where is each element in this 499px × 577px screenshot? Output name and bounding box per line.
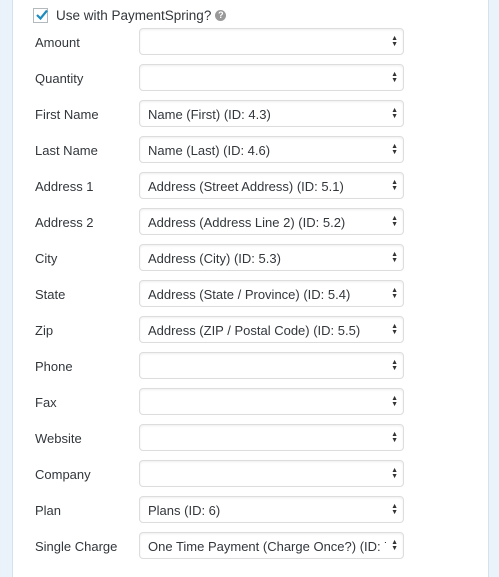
select-arrows-icon: ▲ ▼ bbox=[391, 359, 398, 372]
amount-select[interactable]: ▲ ▼ bbox=[139, 28, 404, 55]
field-row-plan: Plan Plans (ID: 6) ▲ ▼ bbox=[35, 496, 485, 531]
first-name-label: First Name bbox=[35, 107, 99, 122]
address-2-selected-value: Address (Address Line 2) (ID: 5.2) bbox=[148, 215, 346, 230]
select-arrows-icon: ▲ ▼ bbox=[391, 71, 398, 84]
field-row-zip: Zip Address (ZIP / Postal Code) (ID: 5.5… bbox=[35, 316, 485, 351]
field-row-phone: Phone ▲ ▼ bbox=[35, 352, 485, 387]
select-arrows-icon: ▲ ▼ bbox=[391, 251, 398, 264]
select-arrows-icon: ▲ ▼ bbox=[391, 323, 398, 336]
select-arrows-icon: ▲ ▼ bbox=[391, 467, 398, 480]
address-1-select[interactable]: Address (Street Address) (ID: 5.1) ▲ ▼ bbox=[139, 172, 404, 199]
website-label: Website bbox=[35, 431, 82, 446]
settings-panel: Use with PaymentSpring? ? Amount ▲ ▼ Quan… bbox=[12, 0, 489, 577]
field-row-amount: Amount ▲ ▼ bbox=[35, 28, 485, 63]
last-name-select[interactable]: Name (Last) (ID: 4.6) ▲ ▼ bbox=[139, 136, 404, 163]
field-row-quantity: Quantity ▲ ▼ bbox=[35, 64, 485, 99]
use-with-paymentspring-row: Use with PaymentSpring? ? bbox=[33, 8, 227, 23]
last-name-selected-value: Name (Last) (ID: 4.6) bbox=[148, 143, 271, 158]
company-label: Company bbox=[35, 467, 91, 482]
select-arrows-icon: ▲ ▼ bbox=[391, 431, 398, 444]
first-name-selected-value: Name (First) (ID: 4.3) bbox=[148, 107, 271, 122]
select-arrows-icon: ▲ ▼ bbox=[391, 143, 398, 156]
last-name-label: Last Name bbox=[35, 143, 98, 158]
field-row-fax: Fax ▲ ▼ bbox=[35, 388, 485, 423]
zip-selected-value: Address (ZIP / Postal Code) (ID: 5.5) bbox=[148, 323, 361, 338]
field-row-state: State Address (State / Province) (ID: 5.… bbox=[35, 280, 485, 315]
single-charge-selected-value: One Time Payment (Charge Once?) (ID: 7) bbox=[148, 539, 386, 554]
field-row-single-charge: Single Charge One Time Payment (Charge O… bbox=[35, 532, 485, 567]
plan-select[interactable]: Plans (ID: 6) ▲ ▼ bbox=[139, 496, 404, 523]
address-1-label: Address 1 bbox=[35, 179, 94, 194]
select-arrows-icon: ▲ ▼ bbox=[391, 539, 398, 552]
zip-select[interactable]: Address (ZIP / Postal Code) (ID: 5.5) ▲ ▼ bbox=[139, 316, 404, 343]
address-1-selected-value: Address (Street Address) (ID: 5.1) bbox=[148, 179, 344, 194]
state-select[interactable]: Address (State / Province) (ID: 5.4) ▲ ▼ bbox=[139, 280, 404, 307]
plan-label: Plan bbox=[35, 503, 62, 518]
phone-select[interactable]: ▲ ▼ bbox=[139, 352, 404, 379]
state-selected-value: Address (State / Province) (ID: 5.4) bbox=[148, 287, 351, 302]
select-arrows-icon: ▲ ▼ bbox=[391, 35, 398, 48]
fax-select[interactable]: ▲ ▼ bbox=[139, 388, 404, 415]
amount-label: Amount bbox=[35, 35, 80, 50]
quantity-label: Quantity bbox=[35, 71, 84, 86]
phone-label: Phone bbox=[35, 359, 73, 374]
select-arrows-icon: ▲ ▼ bbox=[391, 395, 398, 408]
select-arrows-icon: ▲ ▼ bbox=[391, 503, 398, 516]
company-select[interactable]: ▲ ▼ bbox=[139, 460, 404, 487]
select-arrows-icon: ▲ ▼ bbox=[391, 107, 398, 120]
select-arrows-icon: ▲ ▼ bbox=[391, 215, 398, 228]
field-row-website: Website ▲ ▼ bbox=[35, 424, 485, 459]
field-row-address-2: Address 2 Address (Address Line 2) (ID: … bbox=[35, 208, 485, 243]
address-2-select[interactable]: Address (Address Line 2) (ID: 5.2) ▲ ▼ bbox=[139, 208, 404, 235]
field-row-company: Company ▲ ▼ bbox=[35, 460, 485, 495]
single-charge-label: Single Charge bbox=[35, 539, 118, 554]
use-with-paymentspring-checkbox[interactable] bbox=[33, 8, 48, 23]
city-selected-value: Address (City) (ID: 5.3) bbox=[148, 251, 281, 266]
field-row-last-name: Last Name Name (Last) (ID: 4.6) ▲ ▼ bbox=[35, 136, 485, 171]
checkmark-icon bbox=[36, 9, 48, 21]
question-circle-icon[interactable]: ? bbox=[215, 10, 227, 21]
field-row-first-name: First Name Name (First) (ID: 4.3) ▲ ▼ bbox=[35, 100, 485, 135]
state-label: State bbox=[35, 287, 66, 302]
zip-label: Zip bbox=[35, 323, 54, 338]
plan-selected-value: Plans (ID: 6) bbox=[148, 503, 221, 518]
select-arrows-icon: ▲ ▼ bbox=[391, 287, 398, 300]
field-row-address-1: Address 1 Address (Street Address) (ID: … bbox=[35, 172, 485, 207]
use-with-paymentspring-label: Use with PaymentSpring? bbox=[56, 8, 212, 23]
address-2-label: Address 2 bbox=[35, 215, 94, 230]
field-row-city: City Address (City) (ID: 5.3) ▲ ▼ bbox=[35, 244, 485, 279]
website-select[interactable]: ▲ ▼ bbox=[139, 424, 404, 451]
single-charge-select[interactable]: One Time Payment (Charge Once?) (ID: 7) … bbox=[139, 532, 404, 559]
city-select[interactable]: Address (City) (ID: 5.3) ▲ ▼ bbox=[139, 244, 404, 271]
first-name-select[interactable]: Name (First) (ID: 4.3) ▲ ▼ bbox=[139, 100, 404, 127]
quantity-select[interactable]: ▲ ▼ bbox=[139, 64, 404, 91]
city-label: City bbox=[35, 251, 58, 266]
select-arrows-icon: ▲ ▼ bbox=[391, 179, 398, 192]
fax-label: Fax bbox=[35, 395, 57, 410]
